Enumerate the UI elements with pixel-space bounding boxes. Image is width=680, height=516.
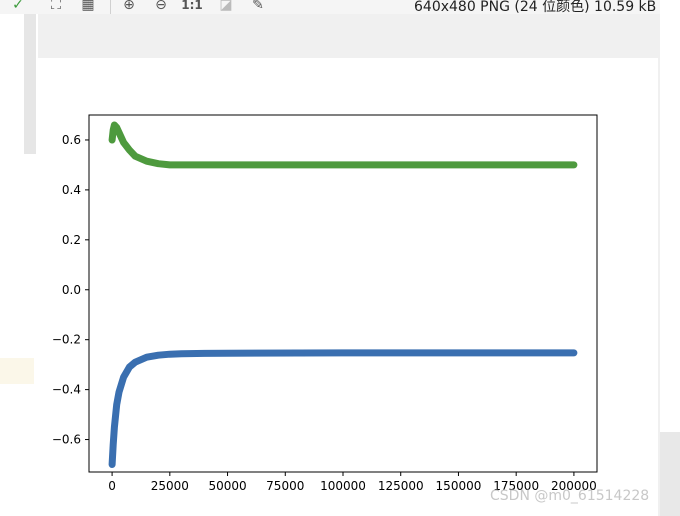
crop-icon[interactable]: ◪ (218, 0, 234, 13)
right-scrollbar[interactable] (660, 0, 680, 516)
x-tick-label: 75000 (266, 479, 304, 493)
toolbar-separator (110, 0, 111, 14)
y-tick-label: 0.0 (62, 283, 81, 297)
y-tick-label: 0.2 (62, 233, 81, 247)
x-tick-label: 150000 (436, 479, 482, 493)
y-tick-label: −0.6 (52, 433, 81, 447)
grid-icon[interactable]: ▦ (80, 0, 96, 13)
x-tick-label: 100000 (320, 479, 366, 493)
y-tick-label: 0.4 (62, 183, 81, 197)
fit-icon[interactable]: ⛶ (48, 0, 64, 13)
actual-size-icon[interactable]: 1:1 (181, 0, 203, 13)
left-scrollbar[interactable] (24, 14, 36, 154)
check-icon[interactable]: ✓ (10, 0, 26, 13)
image-viewer-toolbar: ✓ ⛶ ▦ ⊕ ⊖ 1:1 ◪ ✎ 640x480 PNG (24 位颜色) 1… (0, 0, 680, 14)
file-info-text: 640x480 PNG (24 位颜色) 10.59 kB (414, 0, 657, 14)
zoom-out-icon[interactable]: ⊖ (153, 0, 169, 13)
x-tick-label: 50000 (208, 479, 246, 493)
left-sidebar (0, 14, 38, 516)
x-tick-label: 125000 (378, 479, 424, 493)
x-tick-label: 25000 (151, 479, 189, 493)
scrollbar-thumb[interactable] (660, 432, 680, 516)
y-tick-label: −0.2 (52, 333, 81, 347)
zoom-in-icon[interactable]: ⊕ (121, 0, 137, 13)
x-tick-label: 0 (108, 479, 116, 493)
image-canvas: 0 25000 50000 75000 100000 125000 150000 175000… (38, 58, 658, 516)
line-chart: 0 25000 50000 75000 100000 125000 150000 175000… (52, 114, 598, 493)
y-tick-label: 0.6 (62, 133, 81, 147)
left-panel-highlight (0, 358, 34, 384)
watermark-text: CSDN @m0_61514228 (490, 488, 650, 504)
eyedropper-icon[interactable]: ✎ (250, 0, 266, 13)
y-tick-label: −0.4 (52, 383, 81, 397)
plot-frame (88, 114, 598, 473)
